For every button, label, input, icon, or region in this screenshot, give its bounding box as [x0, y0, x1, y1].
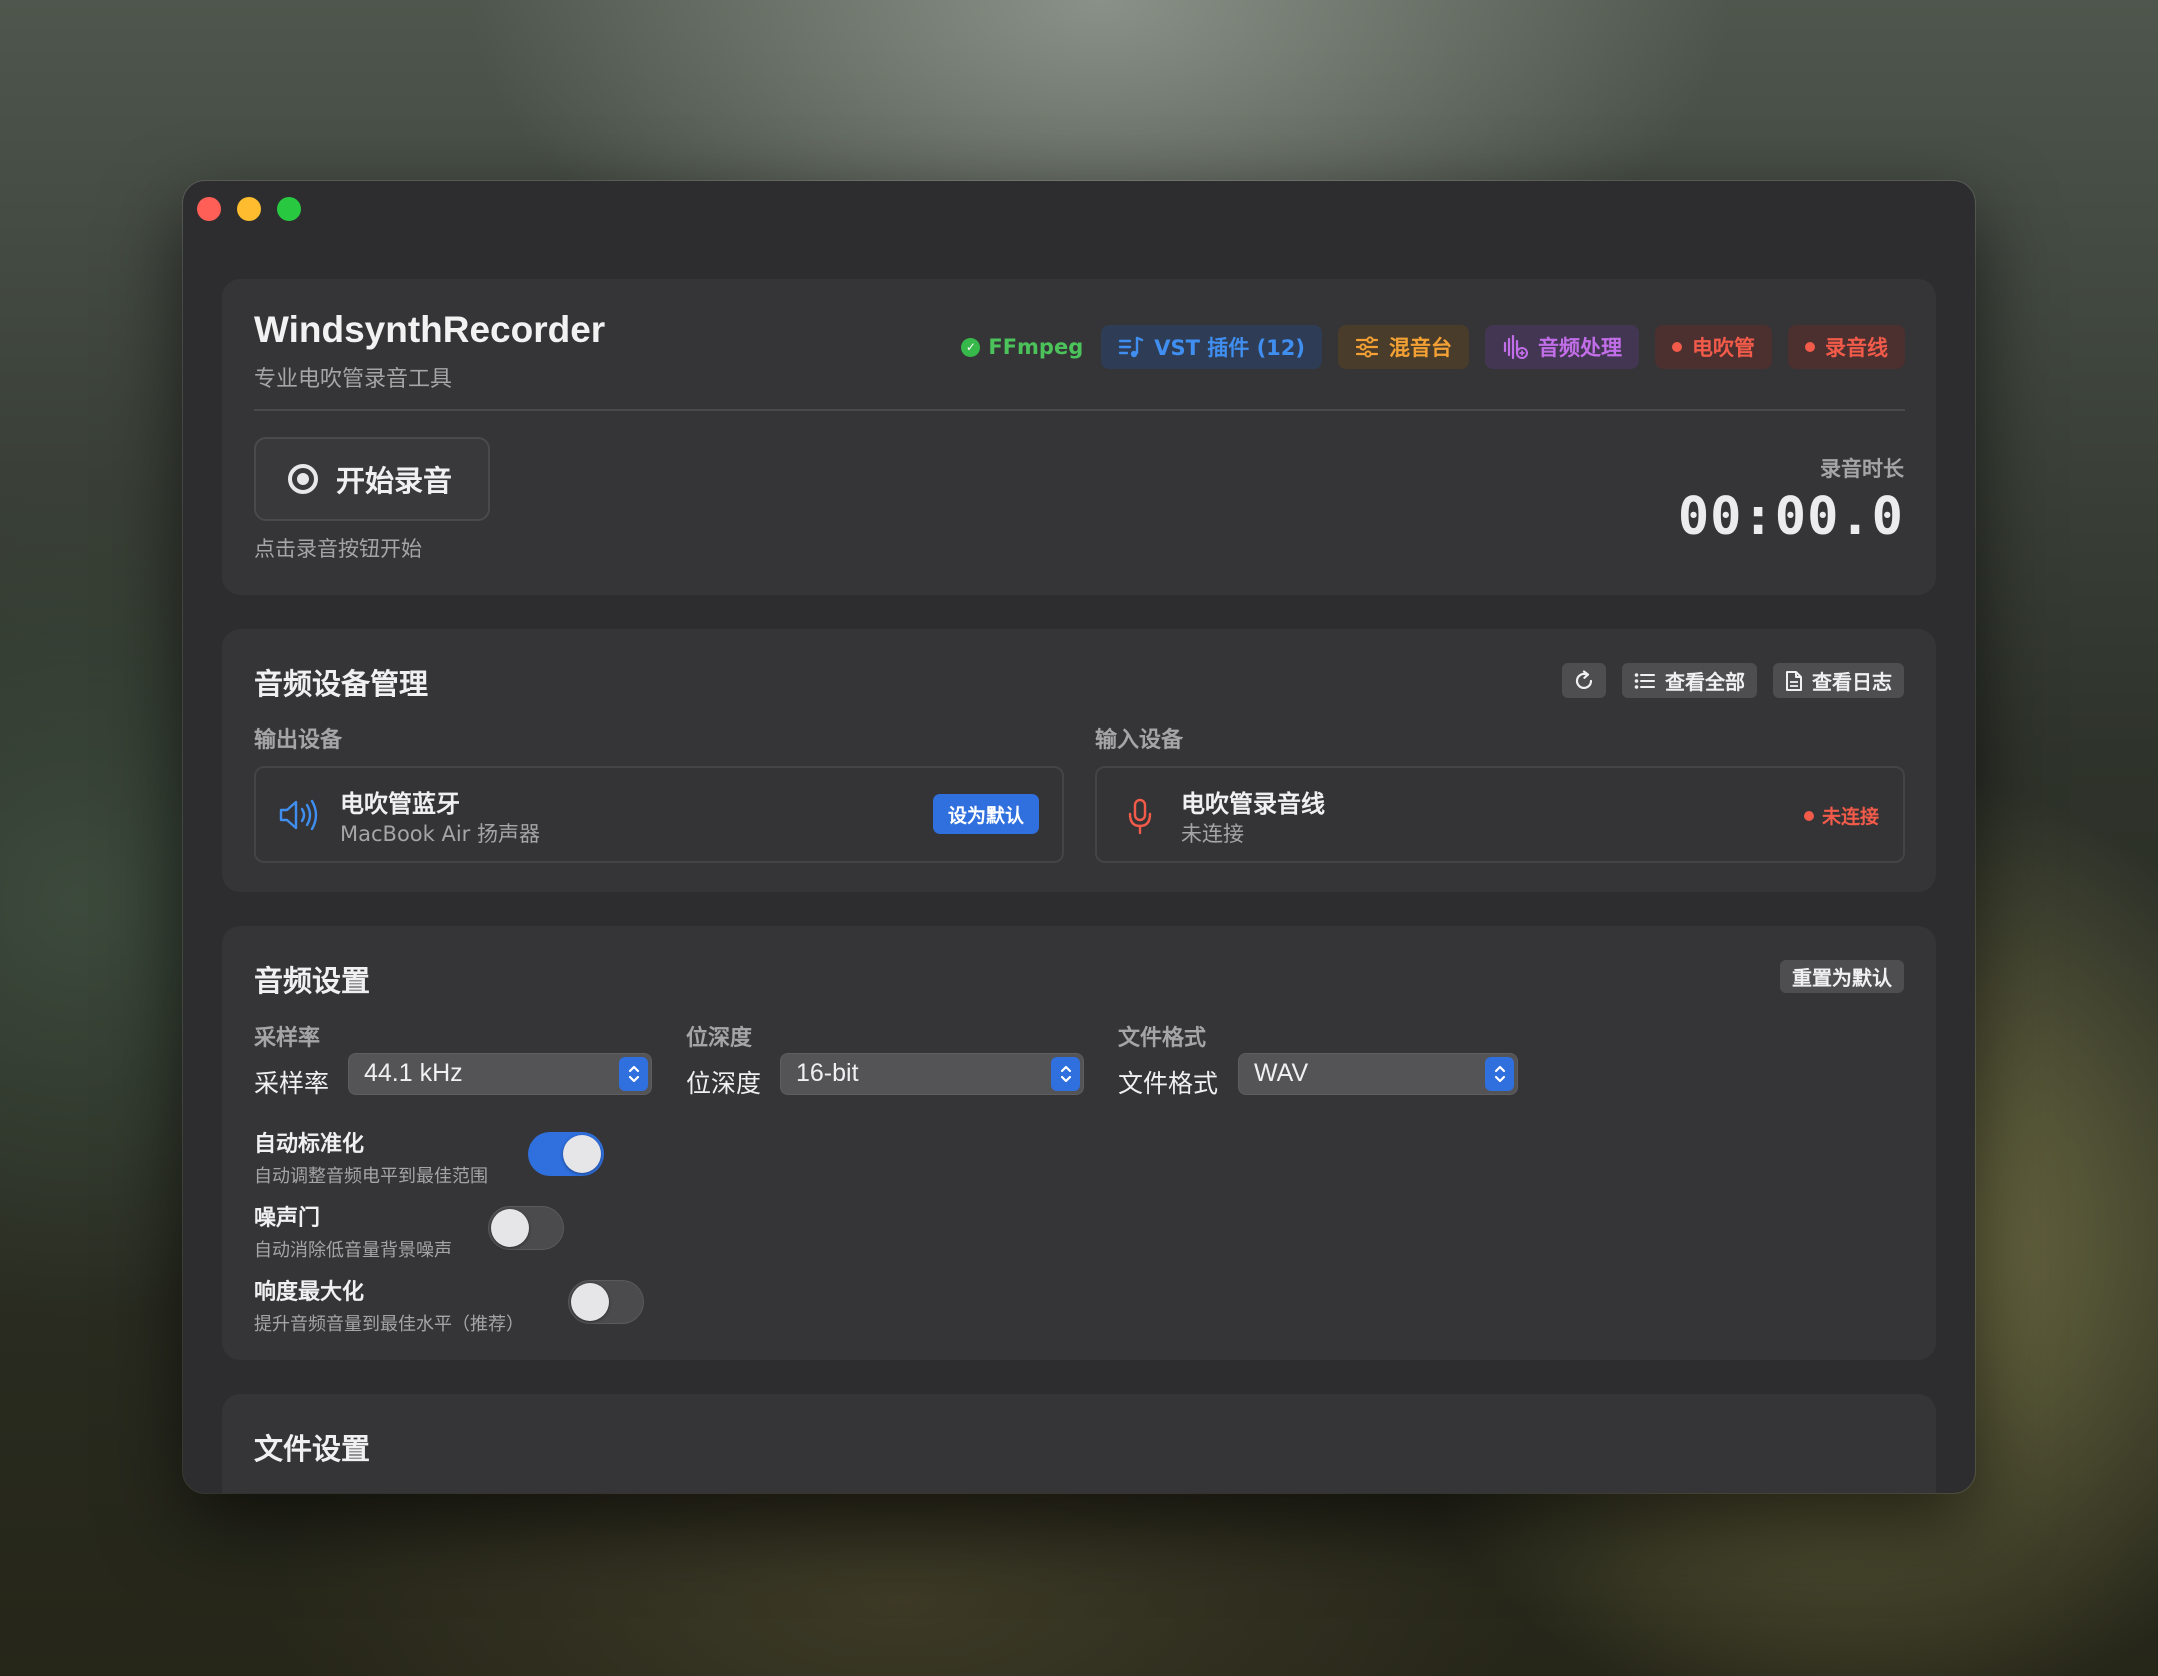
mixer-button[interactable]: 混音台: [1338, 325, 1469, 369]
input-device-detail: 未连接: [1181, 822, 1244, 846]
vst-label: VST 插件 (12): [1154, 336, 1305, 360]
status-dot-icon: [1805, 342, 1815, 352]
header-divider: [254, 409, 1905, 411]
section-title: 音频设备管理: [254, 667, 429, 701]
noise-gate-desc: 自动消除低音量背景噪声: [254, 1240, 452, 1261]
audio-processing-button[interactable]: 音频处理: [1485, 325, 1639, 369]
set-default-button[interactable]: 设为默认: [932, 794, 1039, 834]
connection-status-label: 未连接: [1821, 806, 1879, 828]
file-format-value: WAV: [1254, 1059, 1309, 1087]
chevron-up-down-icon: [619, 1057, 648, 1091]
chevron-up-down-icon: [1485, 1057, 1514, 1091]
refresh-devices-button[interactable]: [1562, 663, 1606, 698]
loudness-max-desc: 提升音频音量到最佳水平（推荐）: [254, 1314, 524, 1335]
cable-status-badge[interactable]: 录音线: [1788, 325, 1905, 369]
loudness-max-toggle[interactable]: [568, 1280, 644, 1324]
bit-depth-value: 16-bit: [796, 1059, 859, 1087]
window-controls: [197, 197, 301, 221]
sample-rate-label: 采样率: [254, 1026, 321, 1051]
sample-rate-inline-label: 采样率: [254, 1069, 330, 1098]
recording-panel: WindsynthRecorder 专业电吹管录音工具 ✓ FFmpeg VST…: [222, 279, 1936, 595]
processing-label: 音频处理: [1538, 336, 1622, 360]
app-title: WindsynthRecorder: [254, 309, 606, 350]
noise-gate-row: 噪声门 自动消除低音量背景噪声: [254, 1200, 452, 1262]
windsynth-label: 电吹管: [1692, 336, 1755, 360]
status-dot-icon: [1672, 342, 1682, 352]
audio-settings-panel: 音频设置 重置为默认 采样率 采样率 44.1 kHz 位深度 位深度 16-b…: [222, 926, 1936, 1360]
mixer-label: 混音台: [1389, 336, 1452, 360]
noise-gate-title: 噪声门: [254, 1206, 321, 1231]
sample-rate-select[interactable]: 44.1 kHz: [348, 1053, 652, 1095]
output-device-label: 输出设备: [254, 728, 343, 753]
vst-plugins-button[interactable]: VST 插件 (12): [1101, 325, 1322, 369]
section-title: 文件设置: [254, 1432, 371, 1466]
list-icon: [1634, 672, 1655, 689]
device-toolbar: 查看全部 查看日志: [1562, 663, 1904, 698]
app-window: WindsynthRecorder 专业电吹管录音工具 ✓ FFmpeg VST…: [183, 181, 1975, 1493]
view-log-button[interactable]: 查看日志: [1773, 663, 1904, 698]
bit-depth-inline-label: 位深度: [686, 1069, 762, 1098]
loudness-max-title: 响度最大化: [254, 1280, 365, 1305]
windsynth-status-badge[interactable]: 电吹管: [1655, 325, 1772, 369]
bit-depth-select[interactable]: 16-bit: [780, 1053, 1084, 1095]
app-subtitle: 专业电吹管录音工具: [254, 367, 453, 392]
output-device-card[interactable]: 电吹管蓝牙 MacBook Air 扬声器 设为默认: [254, 766, 1064, 863]
refresh-icon: [1575, 669, 1593, 689]
duration-label: 录音时长: [1820, 457, 1904, 481]
toggle-knob: [491, 1209, 529, 1247]
view-all-button[interactable]: 查看全部: [1622, 663, 1757, 698]
auto-normalize-title: 自动标准化: [254, 1132, 365, 1157]
recording-hint: 点击录音按钮开始: [254, 537, 422, 561]
check-circle-icon: ✓: [961, 337, 981, 357]
waveform-badge-icon: [1503, 334, 1528, 360]
input-device-card[interactable]: 电吹管录音线 未连接 未连接: [1095, 766, 1905, 863]
output-device-detail: MacBook Air 扬声器: [340, 822, 540, 846]
file-settings-panel: 文件设置: [222, 1394, 1936, 1493]
view-all-label: 查看全部: [1665, 670, 1745, 694]
output-device-name: 电吹管蓝牙: [340, 790, 460, 818]
section-title: 音频设置: [254, 964, 371, 998]
file-format-label: 文件格式: [1118, 1026, 1207, 1051]
auto-normalize-toggle[interactable]: [528, 1132, 604, 1176]
device-management-panel: 音频设备管理 查看全部 查看日志 输出设备 电吹管蓝牙 MacBook Air …: [222, 629, 1936, 892]
loudness-max-row: 响度最大化 提升音频音量到最佳水平（推荐）: [254, 1274, 524, 1336]
sample-rate-value: 44.1 kHz: [364, 1059, 463, 1087]
microphone-icon: [1128, 798, 1152, 835]
status-badges: ✓ FFmpeg VST 插件 (12) 混音台 音频处理 电吹管 录音线: [961, 325, 1905, 369]
music-list-icon: [1119, 336, 1144, 358]
ffmpeg-label: FFmpeg: [988, 335, 1084, 359]
close-window-button[interactable]: [197, 197, 221, 221]
status-dot-icon: [1803, 810, 1814, 821]
speaker-icon: [279, 799, 318, 831]
start-recording-label: 开始录音: [336, 464, 453, 498]
auto-normalize-desc: 自动调整音频电平到最佳范围: [254, 1166, 488, 1187]
connection-status: 未连接: [1803, 802, 1879, 829]
file-format-select[interactable]: WAV: [1238, 1053, 1518, 1095]
auto-normalize-row: 自动标准化 自动调整音频电平到最佳范围: [254, 1126, 488, 1188]
ffmpeg-status: ✓ FFmpeg: [961, 335, 1083, 359]
input-device-name: 电吹管录音线: [1181, 790, 1325, 818]
input-device-label: 输入设备: [1095, 728, 1184, 753]
start-recording-button[interactable]: 开始录音: [254, 437, 490, 521]
zoom-window-button[interactable]: [277, 197, 301, 221]
toggle-knob: [571, 1283, 609, 1321]
cable-label: 录音线: [1825, 336, 1888, 360]
reset-defaults-button[interactable]: 重置为默认: [1780, 960, 1904, 993]
minimize-window-button[interactable]: [237, 197, 261, 221]
record-icon: [288, 464, 318, 494]
noise-gate-toggle[interactable]: [488, 1206, 564, 1250]
bit-depth-label: 位深度: [686, 1026, 753, 1051]
toggle-knob: [563, 1135, 601, 1173]
document-icon: [1786, 670, 1802, 691]
chevron-up-down-icon: [1051, 1057, 1080, 1091]
file-format-inline-label: 文件格式: [1118, 1069, 1219, 1098]
duration-value: 00:00.0: [1677, 487, 1904, 547]
sliders-icon: [1355, 336, 1379, 358]
view-log-label: 查看日志: [1812, 670, 1892, 694]
